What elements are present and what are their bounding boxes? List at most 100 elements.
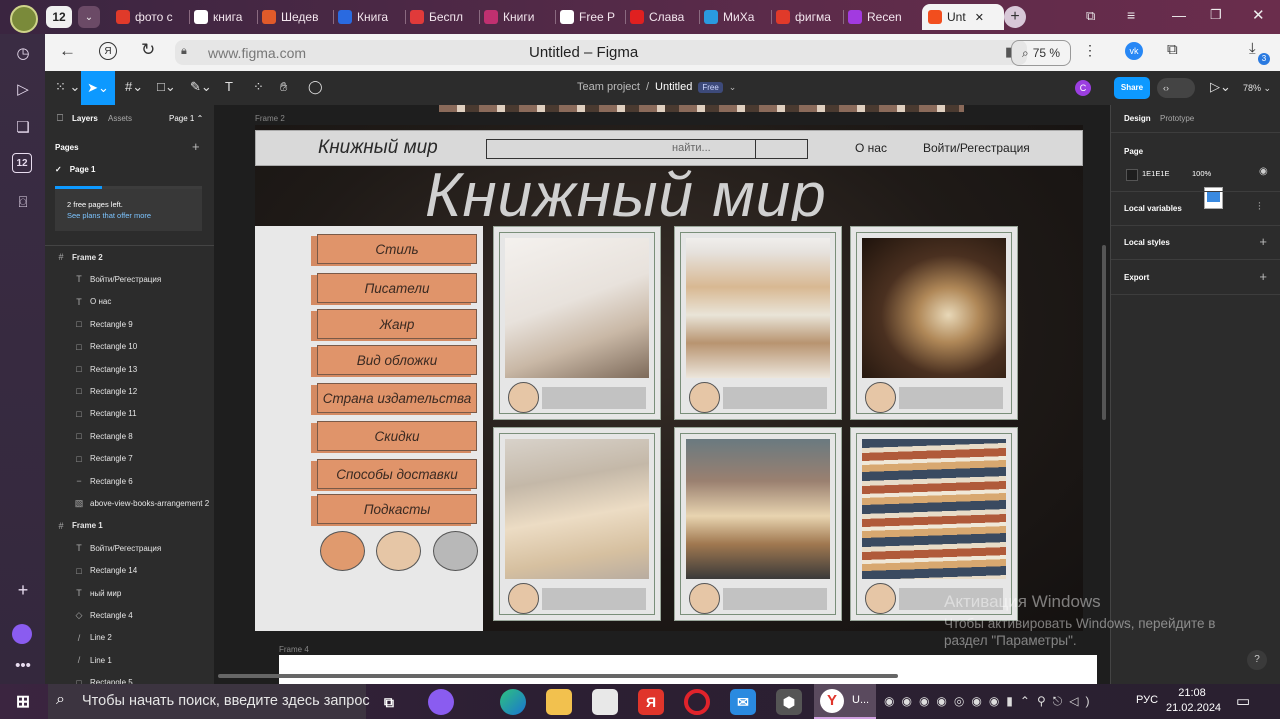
- add-export-icon[interactable]: +: [1259, 269, 1267, 284]
- tab-counter-button[interactable]: 12: [46, 6, 72, 28]
- share-button[interactable]: Share: [1114, 77, 1150, 99]
- shape-tool-icon[interactable]: □⌄: [157, 79, 176, 95]
- tab-count-icon[interactable]: 12: [12, 153, 32, 173]
- browser-tab[interactable]: Recen: [848, 4, 914, 30]
- category-button[interactable]: Подкасты: [317, 494, 477, 524]
- main-menu-icon[interactable]: ⁙ ⌄: [55, 79, 80, 95]
- restore-icon[interactable]: ❐: [1210, 7, 1222, 23]
- browser-tab[interactable]: Шедев: [262, 4, 332, 30]
- avatar[interactable]: C: [1075, 80, 1091, 96]
- yandex-profile-icon[interactable]: [10, 5, 38, 33]
- start-icon[interactable]: ⊞: [10, 689, 36, 715]
- layer-row[interactable]: □ Rectangle 8: [45, 426, 242, 446]
- team-name[interactable]: Team project: [577, 81, 640, 93]
- frame-label[interactable]: Frame 2: [255, 114, 285, 123]
- hand-tool-icon[interactable]: ✋︎: [280, 79, 287, 95]
- more-icon[interactable]: •••: [12, 654, 34, 676]
- file-explorer-icon[interactable]: [546, 689, 572, 715]
- active-app-button[interactable]: Y U...: [814, 684, 876, 719]
- bg-opacity-value[interactable]: 100%: [1192, 169, 1211, 178]
- category-button[interactable]: Жанр: [317, 309, 477, 339]
- browser-tab[interactable]: фото с: [116, 4, 186, 30]
- category-button[interactable]: Писатели: [317, 273, 477, 303]
- page-item-1[interactable]: ✓ Page 1: [55, 165, 96, 174]
- browser-tab[interactable]: книга: [194, 4, 256, 30]
- zoom-indicator[interactable]: ⌕ 75 %: [1011, 40, 1071, 66]
- visibility-icon[interactable]: ◉: [1259, 166, 1268, 177]
- book-card[interactable]: [850, 226, 1018, 420]
- mail-icon[interactable]: ✉: [730, 689, 756, 715]
- add-page-button[interactable]: +: [192, 139, 200, 154]
- category-button[interactable]: Страна издательства: [317, 383, 477, 413]
- book-card[interactable]: [493, 427, 661, 621]
- layer-row[interactable]: Tный мир: [45, 583, 242, 603]
- downloads-icon[interactable]: ⤓: [1249, 40, 1256, 57]
- layer-row[interactable]: / Line 2: [45, 628, 242, 648]
- browser-tab[interactable]: Free P: [560, 4, 624, 30]
- clock[interactable]: 21:08 21.02.2024: [1166, 686, 1221, 716]
- page-selector[interactable]: Page 1 ⌃: [169, 114, 203, 123]
- back-icon[interactable]: ←: [59, 41, 76, 61]
- layer-row[interactable]: □ Rectangle 12: [45, 381, 242, 401]
- swatch-gray[interactable]: [433, 531, 478, 571]
- screenshot-icon[interactable]: ⌼: [12, 191, 34, 213]
- play-icon[interactable]: ▷: [12, 78, 34, 100]
- alice-taskbar-icon[interactable]: [428, 689, 454, 715]
- site-logo[interactable]: Книжный мир: [318, 137, 438, 159]
- browser-tab[interactable]: МиХа: [704, 4, 770, 30]
- documents-icon[interactable]: ❏: [12, 116, 34, 138]
- layer-row[interactable]: □ Rectangle 14: [45, 561, 242, 581]
- category-button[interactable]: Скидки: [317, 421, 477, 451]
- yandex-browser-icon[interactable]: Я: [638, 689, 664, 715]
- browser-tab[interactable]: Unt ✕: [922, 4, 1004, 30]
- taskbar-search[interactable]: ⌕ Чтобы начать поиск, введите здесь запр…: [48, 684, 370, 719]
- bg-color-swatch[interactable]: [1126, 169, 1138, 181]
- add-style-icon[interactable]: +: [1259, 234, 1267, 249]
- pen-tool-icon[interactable]: ✎⌄: [190, 79, 212, 95]
- browser-tab[interactable]: фигма: [776, 4, 842, 30]
- help-icon[interactable]: ?: [1247, 650, 1267, 670]
- book-card[interactable]: [674, 427, 842, 621]
- category-button[interactable]: Стиль: [317, 234, 477, 264]
- comment-tool-icon[interactable]: ◯: [308, 79, 323, 95]
- frame-tool-icon[interactable]: #⌄: [125, 79, 143, 95]
- tab-design[interactable]: Design: [1124, 114, 1151, 123]
- layer-row[interactable]: T О нас: [45, 292, 242, 312]
- add-panel-icon[interactable]: +: [12, 579, 34, 601]
- resources-icon[interactable]: ⁘: [253, 79, 264, 95]
- horizontal-scrollbar[interactable]: [218, 674, 898, 678]
- swatch-beige[interactable]: [376, 531, 421, 571]
- variables-icon[interactable]: ⫶: [1258, 201, 1261, 214]
- layer-row[interactable]: □ Rectangle 10: [45, 337, 242, 357]
- layer-row[interactable]: − Rectangle 6: [45, 471, 242, 491]
- layer-row[interactable]: T Войти/Регестрация: [45, 269, 242, 289]
- swatch-orange[interactable]: [320, 531, 365, 571]
- collections-icon[interactable]: ⧉: [1086, 8, 1095, 24]
- book-card[interactable]: [674, 226, 842, 420]
- layer-row[interactable]: □ Rectangle 13: [45, 359, 242, 379]
- browser-tab[interactable]: Книги: [484, 4, 554, 30]
- store-icon[interactable]: [592, 689, 618, 715]
- local-variables-title[interactable]: Local variables: [1124, 204, 1182, 213]
- edge-icon[interactable]: [500, 689, 526, 715]
- layer-row[interactable]: □ Rectangle 7: [45, 449, 242, 469]
- layers-panel-icon[interactable]: ⎕: [57, 113, 63, 124]
- file-name[interactable]: Untitled: [655, 81, 692, 93]
- search-input[interactable]: найти...: [486, 139, 808, 159]
- task-view-icon[interactable]: ⧉: [376, 689, 402, 715]
- notifications-icon[interactable]: ▭: [1236, 692, 1250, 710]
- category-button[interactable]: Способы доставки: [317, 459, 477, 489]
- layer-row[interactable]: ▧ above-view-books-arrangement 2: [45, 493, 242, 513]
- browser-tab[interactable]: Слава: [630, 4, 696, 30]
- text-tool-icon[interactable]: T: [225, 79, 233, 94]
- opera-icon[interactable]: [684, 689, 710, 715]
- menu-icon[interactable]: ≡: [1127, 7, 1135, 23]
- url-field[interactable]: 🔒︎ www.figma.com Untitled – Figma ▮: [175, 40, 1027, 65]
- move-tool[interactable]: ➤⌄: [81, 71, 115, 105]
- new-tab-button[interactable]: +: [1004, 6, 1026, 28]
- zoom-level[interactable]: 78% ⌄: [1243, 83, 1271, 94]
- category-button[interactable]: Вид обложки: [317, 345, 477, 375]
- chevron-down-icon[interactable]: ⌄: [729, 82, 737, 93]
- layer-row[interactable]: / Line 1: [45, 650, 242, 670]
- language-indicator[interactable]: РУС: [1136, 694, 1158, 706]
